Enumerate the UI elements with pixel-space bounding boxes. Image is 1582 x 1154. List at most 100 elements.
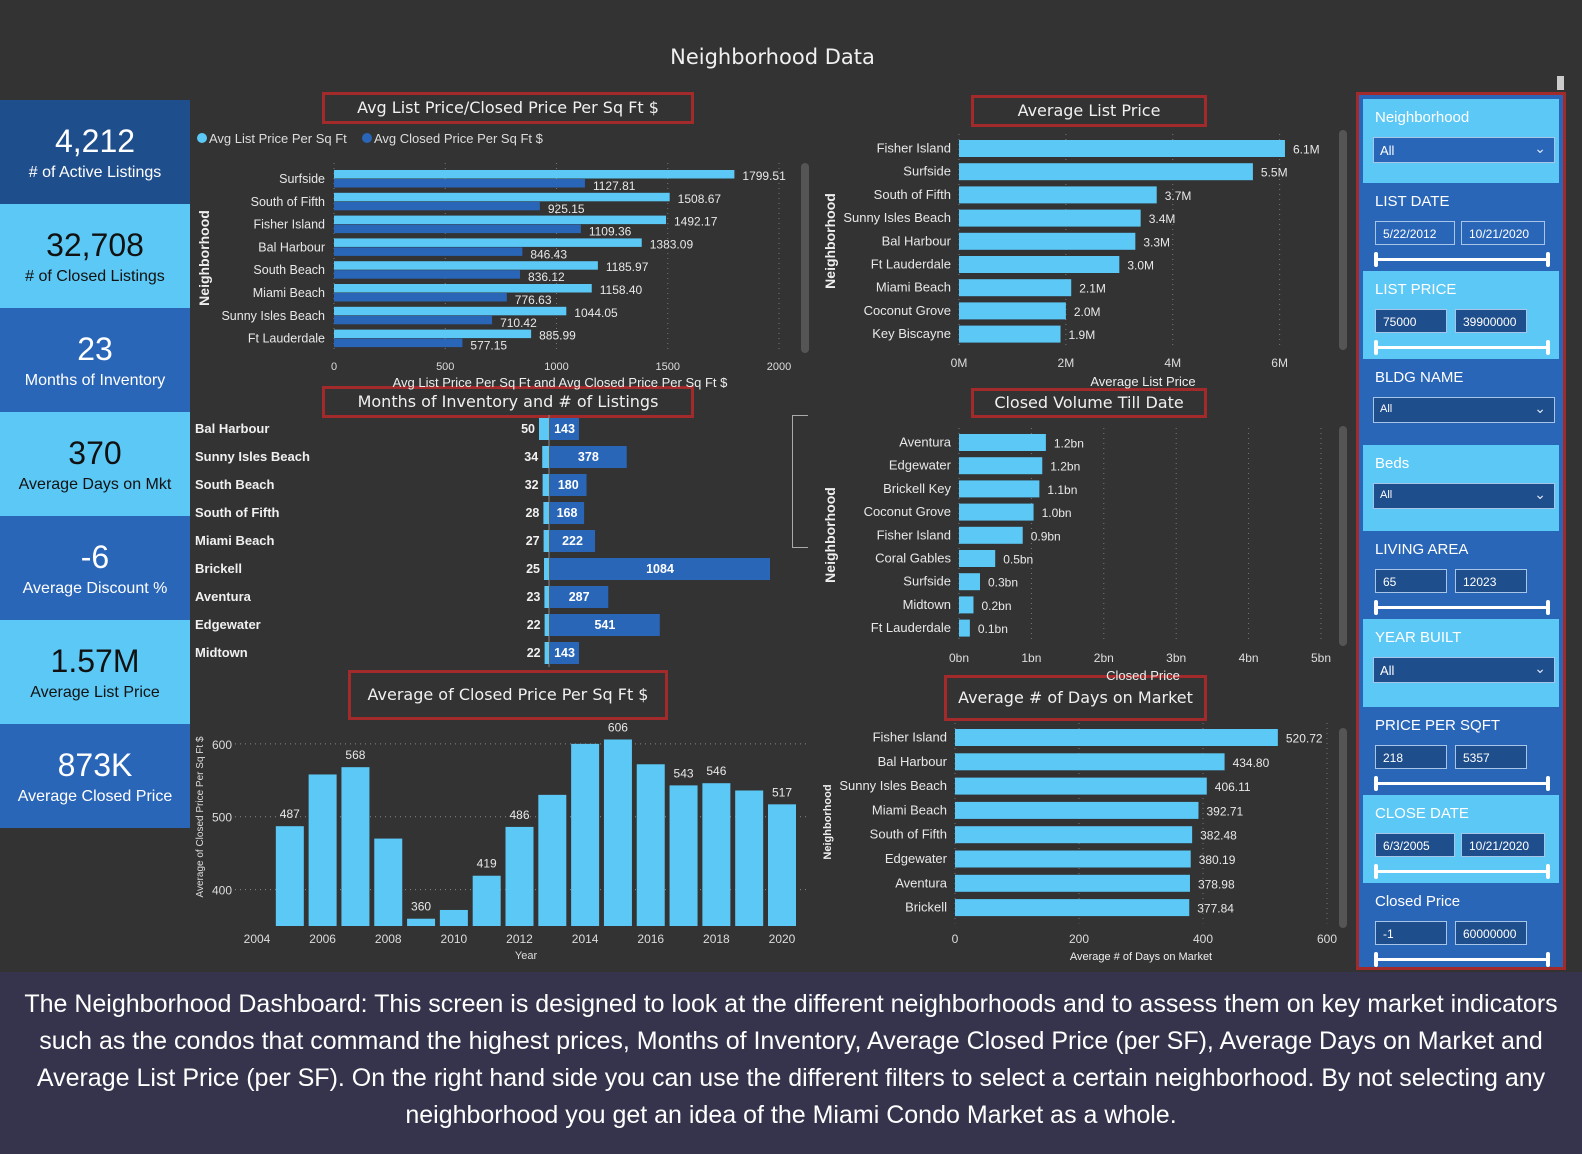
slider-handle-min[interactable]: [1374, 600, 1378, 615]
slider-handle-min[interactable]: [1374, 340, 1378, 355]
chart-title-ppsf: Avg List Price/Closed Price Per Sq Ft $: [322, 92, 694, 124]
list-date-slider[interactable]: [1374, 252, 1550, 267]
kpi-value: -6: [80, 539, 110, 575]
kpi-avg-list-price[interactable]: 1.57M Average List Price: [0, 620, 190, 724]
kpi-label: # of Closed Listings: [25, 268, 165, 285]
bar-closed: [334, 270, 521, 279]
kpi-value: 370: [68, 435, 122, 471]
price-per-sqft-max-input[interactable]: 5357: [1455, 745, 1527, 769]
price-per-sqft-min-input[interactable]: 218: [1375, 745, 1447, 769]
kpi-label: Average Closed Price: [17, 788, 173, 805]
kpi-value: 1.57M: [50, 643, 140, 679]
list-date-from-input[interactable]: 5/22/2012: [1375, 221, 1455, 245]
filter-title: YEAR BUILT: [1375, 629, 1462, 646]
data-label: 434.80: [1233, 756, 1270, 770]
page-scrollbar-thumb[interactable]: [1557, 76, 1564, 90]
y-axis-title: Neighborhood: [822, 487, 838, 583]
category-label: Bal Harbour: [258, 240, 325, 254]
kpi-avg-days-on-market[interactable]: 370 Average Days on Mkt: [0, 412, 190, 516]
slider-handle-min[interactable]: [1374, 952, 1378, 967]
living-area-slider[interactable]: [1374, 600, 1550, 615]
close-date-from-input[interactable]: 6/3/2005: [1375, 833, 1455, 857]
bar: [959, 480, 1040, 498]
data-label-listings: 541: [594, 618, 615, 632]
bar: [959, 434, 1046, 451]
data-label: 3.4M: [1149, 212, 1176, 226]
kpi-avg-discount[interactable]: -6 Average Discount %: [0, 516, 190, 620]
category-label: Bal Harbour: [878, 754, 948, 769]
list-date-to-input[interactable]: 10/21/2020: [1461, 221, 1545, 245]
data-label: 1508.67: [678, 192, 722, 206]
data-label: 1.1bn: [1047, 483, 1077, 497]
category-label: South Beach: [253, 263, 325, 277]
closed-price-max-input[interactable]: 60000000: [1455, 921, 1527, 945]
bar-list: [334, 238, 642, 247]
list-price-max-input[interactable]: 39900000: [1455, 309, 1527, 333]
avglist-scrollbar[interactable]: [1339, 130, 1347, 350]
kpi-avg-closed-price[interactable]: 873K Average Closed Price: [0, 724, 190, 828]
living-area-min-input[interactable]: 65: [1375, 569, 1447, 593]
data-label: 925.15: [548, 202, 585, 216]
y-tick-label: 500: [212, 811, 232, 825]
kpi-active-listings[interactable]: 4,212 # of Active Listings: [0, 100, 190, 204]
slider-handle-min[interactable]: [1374, 776, 1378, 791]
data-label: 360: [411, 900, 431, 914]
closed-price-slider[interactable]: [1374, 952, 1550, 967]
slider-handle-max[interactable]: [1546, 252, 1550, 267]
chevron-down-icon: ⌄: [1534, 400, 1546, 416]
list-price-slider[interactable]: [1374, 340, 1550, 355]
data-label: 487: [280, 807, 300, 821]
data-label: 543: [674, 766, 694, 780]
slider-handle-min[interactable]: [1374, 252, 1378, 267]
bar: [603, 739, 632, 926]
x-tick-label: 2004: [244, 932, 271, 946]
price-per-sqft-slider[interactable]: [1374, 776, 1550, 791]
moi-scroll-frame[interactable]: [792, 415, 808, 548]
data-label: 776.63: [515, 293, 552, 307]
data-label-listings: 287: [569, 590, 590, 604]
slider-handle-max[interactable]: [1546, 340, 1550, 355]
data-label-listings: 378: [578, 450, 599, 464]
kpi-months-of-inventory[interactable]: 23 Months of Inventory: [0, 308, 190, 412]
closed-price-min-input[interactable]: -1: [1375, 921, 1447, 945]
slider-handle-max[interactable]: [1546, 776, 1550, 791]
kpi-closed-listings[interactable]: 32,708 # of Closed Listings: [0, 204, 190, 308]
list-price-min-input[interactable]: 75000: [1375, 309, 1447, 333]
bldg-name-dropdown[interactable]: All ⌄: [1373, 397, 1555, 423]
data-label-listings: 222: [562, 534, 583, 548]
bar-list: [334, 284, 592, 293]
x-tick-label: 400: [1193, 932, 1213, 946]
ppsf-scrollbar[interactable]: [801, 163, 809, 353]
kpi-value: 23: [77, 331, 113, 367]
bar: [955, 899, 1190, 917]
volume-scrollbar[interactable]: [1339, 426, 1347, 646]
category-label: Sunny Isles Beach: [843, 210, 951, 225]
year-built-dropdown[interactable]: All ⌄: [1373, 657, 1555, 683]
close-date-slider[interactable]: [1374, 864, 1550, 879]
category-label: Ft Lauderdale: [871, 620, 951, 635]
slider-handle-max[interactable]: [1546, 952, 1550, 967]
slider-handle-max[interactable]: [1546, 864, 1550, 879]
beds-dropdown[interactable]: All ⌄: [1373, 483, 1555, 509]
data-label: 1.2bn: [1054, 437, 1084, 451]
category-label: Midtown: [903, 597, 951, 612]
legend-marker-list: [197, 133, 207, 143]
data-label: 0.2bn: [981, 599, 1011, 613]
close-date-to-input[interactable]: 10/21/2020: [1461, 833, 1545, 857]
data-label-months: 22: [527, 618, 541, 632]
neighborhood-dropdown[interactable]: All ⌄: [1373, 137, 1555, 163]
bar: [669, 785, 698, 926]
filters-panel: Neighborhood All ⌄ LIST DATE 5/22/2012 1…: [1356, 92, 1566, 970]
category-label: Surfside: [903, 574, 951, 589]
data-label: 836.12: [528, 270, 565, 284]
bar: [955, 753, 1225, 771]
living-area-max-input[interactable]: 12023: [1455, 569, 1527, 593]
category-label: Midtown: [195, 645, 248, 660]
slider-handle-min[interactable]: [1374, 864, 1378, 879]
dom-scrollbar[interactable]: [1339, 728, 1347, 928]
bar: [959, 325, 1061, 343]
slider-handle-max[interactable]: [1546, 600, 1550, 615]
bar: [636, 764, 665, 926]
data-label: 2.1M: [1079, 282, 1106, 296]
x-tick-label: 2000: [767, 361, 791, 373]
